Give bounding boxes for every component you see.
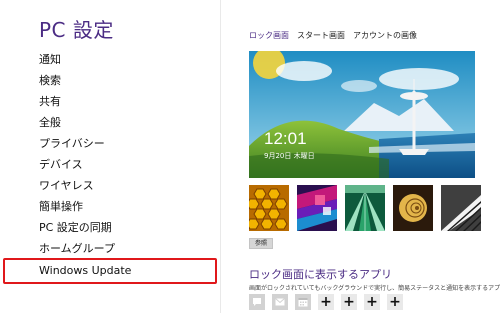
add-lock-app-button[interactable]: + — [318, 294, 334, 310]
calendar-icon — [298, 298, 308, 307]
tab-start-screen[interactable]: スタート画面 — [297, 30, 345, 41]
add-lock-app-button[interactable]: + — [387, 294, 403, 310]
nav-item-general[interactable]: 全般 — [39, 115, 61, 131]
plus-icon: + — [320, 294, 332, 310]
chat-icon — [253, 298, 261, 306]
nav-item-wireless[interactable]: ワイヤレス — [39, 178, 94, 194]
lock-screen-time: 12:01 — [264, 129, 307, 148]
lock-screen-preview: 12:01 9月20日 木曜日 — [249, 51, 475, 178]
nav-item-homegroup[interactable]: ホームグループ — [39, 241, 115, 257]
lock-app-slot-calendar[interactable] — [295, 294, 311, 310]
plus-icon: + — [389, 294, 401, 310]
tab-account-picture[interactable]: アカウントの画像 — [353, 30, 417, 41]
settings-nav-pane: PC 設定 通知 検索 共有 全般 プライバシー デバイス ワイヤレス 簡単操作… — [0, 0, 220, 313]
nautilus-shell-thumbnail[interactable] — [393, 185, 433, 231]
road-lanes-thumbnail[interactable] — [345, 185, 385, 231]
add-lock-app-button[interactable]: + — [341, 294, 357, 310]
nav-item-windows-update[interactable]: Windows Update — [39, 263, 131, 279]
piano-keys-thumbnail[interactable] — [441, 185, 481, 231]
honeycomb-thumbnail[interactable] — [249, 185, 289, 231]
tab-lock-screen[interactable]: ロック画面 — [249, 30, 289, 41]
lock-screen-apps-description: 画面がロックされていてもバックグラウンドで実行し、簡易ステータスと通知を表示する… — [249, 285, 500, 292]
nav-item-share[interactable]: 共有 — [39, 94, 61, 110]
pane-divider — [220, 0, 221, 313]
lock-app-slot-chat[interactable] — [249, 294, 265, 310]
nav-item-sync-settings[interactable]: PC 設定の同期 — [39, 220, 112, 236]
nav-item-search[interactable]: 検索 — [39, 73, 61, 89]
nav-item-ease-of-access[interactable]: 簡単操作 — [39, 199, 83, 215]
lock-screen-apps-heading: ロック画面に表示するアプリ — [249, 268, 392, 281]
nav-item-devices[interactable]: デバイス — [39, 157, 83, 173]
lock-app-slot-mail[interactable] — [272, 294, 288, 310]
mail-icon — [275, 298, 285, 306]
browse-button[interactable]: 参照 — [249, 238, 273, 249]
nav-item-privacy[interactable]: プライバシー — [39, 136, 105, 152]
colorful-cubes-thumbnail[interactable] — [297, 185, 337, 231]
nav-item-notifications[interactable]: 通知 — [39, 52, 61, 68]
lock-screen-date: 9月20日 木曜日 — [264, 152, 315, 160]
plus-icon: + — [366, 294, 378, 310]
plus-icon: + — [343, 294, 355, 310]
page-title: PC 設定 — [39, 18, 114, 42]
add-lock-app-button[interactable]: + — [364, 294, 380, 310]
